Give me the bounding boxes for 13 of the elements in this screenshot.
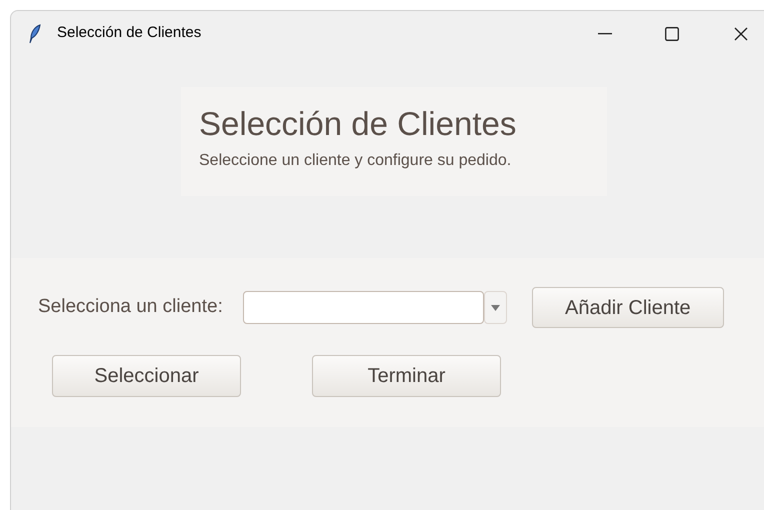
caret-icon (490, 304, 500, 310)
client-label: Selecciona un cliente: (38, 295, 223, 320)
action-button[interactable]: Seleccionar (52, 355, 241, 397)
minimize-icon[interactable] (598, 32, 612, 34)
feather-icon (28, 24, 42, 44)
subtitle: Seleccione un cliente y configure su pedido. (199, 151, 512, 171)
maximize-icon[interactable] (665, 26, 679, 40)
window-title: Selección de Clientes (57, 23, 202, 44)
heading: Selección de Clientes (199, 105, 518, 143)
add-client-button[interactable]: Añadir Cliente (532, 287, 724, 328)
action-button[interactable]: Terminar (312, 355, 501, 397)
dropdown-button[interactable] (484, 291, 507, 324)
close-icon[interactable] (734, 26, 748, 40)
